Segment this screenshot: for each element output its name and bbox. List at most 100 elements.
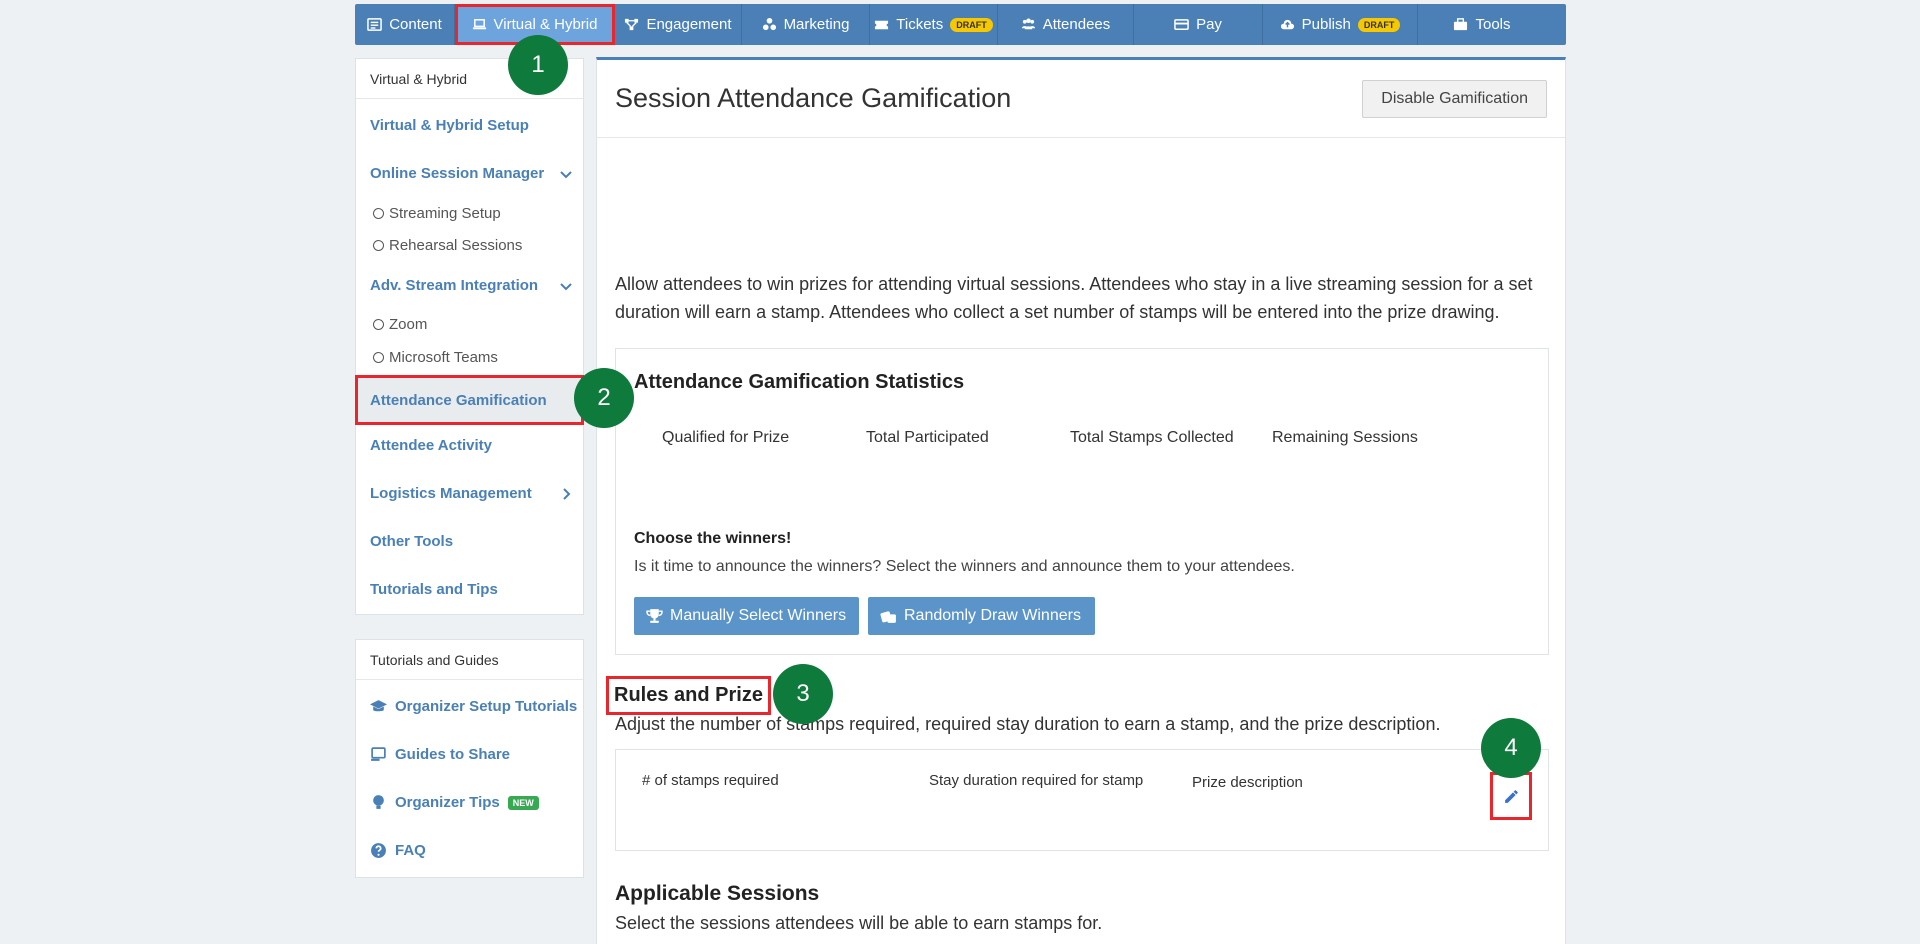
choose-winners-title: Choose the winners! — [634, 530, 792, 547]
tab-engagement[interactable]: Engagement — [615, 4, 742, 45]
guide-item-faq[interactable]: FAQ — [370, 842, 426, 859]
sidebar-item-label: Zoom — [389, 316, 428, 333]
chevron-down-icon — [560, 282, 572, 290]
randomly-draw-label: Randomly Draw Winners — [904, 607, 1081, 624]
step-marker-3: 3 — [773, 664, 833, 724]
sidebar-item-label: Attendee Activity — [370, 437, 492, 454]
sidebar-item-label: Streaming Setup — [389, 205, 501, 222]
tab-marketing-label: Marketing — [783, 16, 850, 33]
sidebar-item-setup[interactable]: Virtual & Hybrid Setup — [370, 117, 573, 134]
guide-item-organizer-tips[interactable]: Organizer Tips NEW — [370, 794, 539, 811]
tab-tickets-label: Tickets — [896, 16, 944, 33]
sidebar-item-activity[interactable]: Attendee Activity — [370, 437, 573, 454]
statistics-panel: Attendance Gamification Statistics Quali… — [615, 348, 1549, 655]
step-marker-4: 4 — [1481, 718, 1541, 778]
sidebar-item-streaming-setup[interactable]: Streaming Setup — [373, 205, 501, 222]
question-circle-icon — [371, 843, 386, 858]
sidebar-item-label: Microsoft Teams — [389, 349, 498, 366]
tab-tools[interactable]: Tools — [1418, 4, 1546, 45]
circle-icon — [373, 352, 384, 363]
tab-publish-label: Publish — [1301, 16, 1351, 33]
lightbulb-icon — [373, 795, 384, 809]
sidebar-item-stream-integration[interactable]: Adv. Stream Integration — [370, 277, 573, 294]
tab-tools-label: Tools — [1475, 16, 1511, 33]
main-panel: Session Attendance Gamification Disable … — [596, 57, 1566, 944]
stat-remaining: Remaining Sessions — [1272, 429, 1418, 446]
sidebar-item-zoom[interactable]: Zoom — [373, 316, 427, 333]
page-title: Session Attendance Gamification — [615, 83, 1012, 113]
draft-badge: DRAFT — [950, 17, 993, 32]
statistics-title: Attendance Gamification Statistics — [634, 371, 965, 393]
guides-panel: Tutorials and Guides Organizer Setup Tut… — [355, 639, 584, 878]
guides-heading: Tutorials and Guides — [356, 640, 583, 680]
chevron-down-icon — [560, 170, 572, 178]
users-icon — [1021, 18, 1035, 30]
network-icon — [625, 18, 639, 31]
stat-participated: Total Participated — [866, 429, 989, 446]
sidebar-item-label: Tutorials and Tips — [370, 581, 498, 598]
sidebar: Virtual & Hybrid Virtual & Hybrid Setup … — [355, 58, 584, 615]
col-prize-description: Prize description — [1192, 774, 1303, 791]
chevron-right-icon — [563, 487, 571, 500]
sidebar-item-label: Rehearsal Sessions — [389, 237, 523, 254]
credit-card-icon — [1174, 19, 1189, 30]
sidebar-item-tutorials[interactable]: Tutorials and Tips — [370, 581, 573, 598]
sidebar-item-label: Attendance Gamification — [370, 391, 547, 409]
sidebar-item-label: Adv. Stream Integration — [370, 277, 539, 294]
tab-virtual-hybrid-label: Virtual & Hybrid — [493, 16, 598, 33]
sidebar-item-session-manager[interactable]: Online Session Manager — [370, 165, 573, 182]
ticket-icon — [875, 20, 889, 30]
graduation-cap-icon — [370, 700, 387, 712]
new-badge: NEW — [507, 795, 539, 810]
trophy-icon — [646, 608, 663, 623]
main-header: Session Attendance Gamification Disable … — [597, 60, 1565, 138]
rules-desc: Adjust the number of stamps required, re… — [615, 714, 1441, 734]
guide-item-label: Organizer Tips — [395, 794, 500, 811]
laptop-icon — [472, 19, 486, 30]
share-icon — [762, 17, 776, 31]
stat-qualified: Qualified for Prize — [662, 429, 790, 446]
sidebar-item-label: Logistics Management — [370, 485, 532, 502]
sidebar-item-logistics[interactable]: Logistics Management — [370, 485, 573, 502]
tab-publish[interactable]: Publish DRAFT — [1263, 4, 1418, 45]
sidebar-item-label: Virtual & Hybrid Setup — [370, 117, 529, 134]
sidebar-item-gamification[interactable]: Attendance Gamification — [355, 375, 584, 425]
applicable-sessions-title: Applicable Sessions — [615, 882, 820, 905]
tab-engagement-label: Engagement — [646, 16, 732, 33]
tab-tickets[interactable]: Tickets DRAFT — [870, 4, 998, 45]
sidebar-item-label: Other Tools — [370, 533, 454, 550]
tab-marketing[interactable]: Marketing — [742, 4, 870, 45]
circle-icon — [373, 319, 384, 330]
step-marker-1: 1 — [508, 35, 568, 95]
tab-content-label: Content — [389, 16, 442, 33]
circle-icon — [373, 208, 384, 219]
choose-winners-desc: Is it time to announce the winners? Sele… — [634, 558, 1295, 575]
rules-table: # of stamps required Stay duration requi… — [615, 749, 1549, 851]
draft-badge: DRAFT — [1357, 17, 1401, 32]
guide-item-label: Organizer Setup Tutorials — [395, 698, 578, 715]
dice-icon — [880, 610, 896, 623]
tab-pay-label: Pay — [1196, 16, 1222, 33]
col-stay-duration: Stay duration required for stamp — [929, 772, 1144, 789]
tab-pay[interactable]: Pay — [1134, 4, 1263, 45]
list-icon — [367, 18, 383, 31]
stat-stamps: Total Stamps Collected — [1070, 429, 1234, 446]
sidebar-item-rehearsal[interactable]: Rehearsal Sessions — [373, 237, 522, 254]
guide-item-guides-share[interactable]: Guides to Share — [370, 746, 510, 763]
tab-attendees[interactable]: Attendees — [998, 4, 1134, 45]
guide-item-setup-tutorials[interactable]: Organizer Setup Tutorials — [370, 698, 577, 715]
sidebar-item-other-tools[interactable]: Other Tools — [370, 533, 573, 550]
cloud-upload-icon — [1280, 19, 1294, 30]
sidebar-item-teams[interactable]: Microsoft Teams — [373, 349, 498, 366]
guide-item-label: Guides to Share — [395, 746, 511, 763]
randomly-draw-winners-button[interactable]: Randomly Draw Winners — [868, 597, 1095, 635]
manually-select-label: Manually Select Winners — [670, 607, 847, 624]
edit-rules-button[interactable] — [1490, 772, 1532, 820]
manually-select-winners-button[interactable]: Manually Select Winners — [634, 597, 859, 635]
step-marker-2: 2 — [574, 368, 634, 428]
share-screen-icon — [371, 747, 386, 761]
tab-content[interactable]: Content — [355, 4, 455, 45]
intro-text: Allow attendees to win prizes for attend… — [615, 274, 1533, 322]
col-stamps-required: # of stamps required — [642, 772, 779, 789]
disable-gamification-button[interactable]: Disable Gamification — [1362, 79, 1547, 118]
